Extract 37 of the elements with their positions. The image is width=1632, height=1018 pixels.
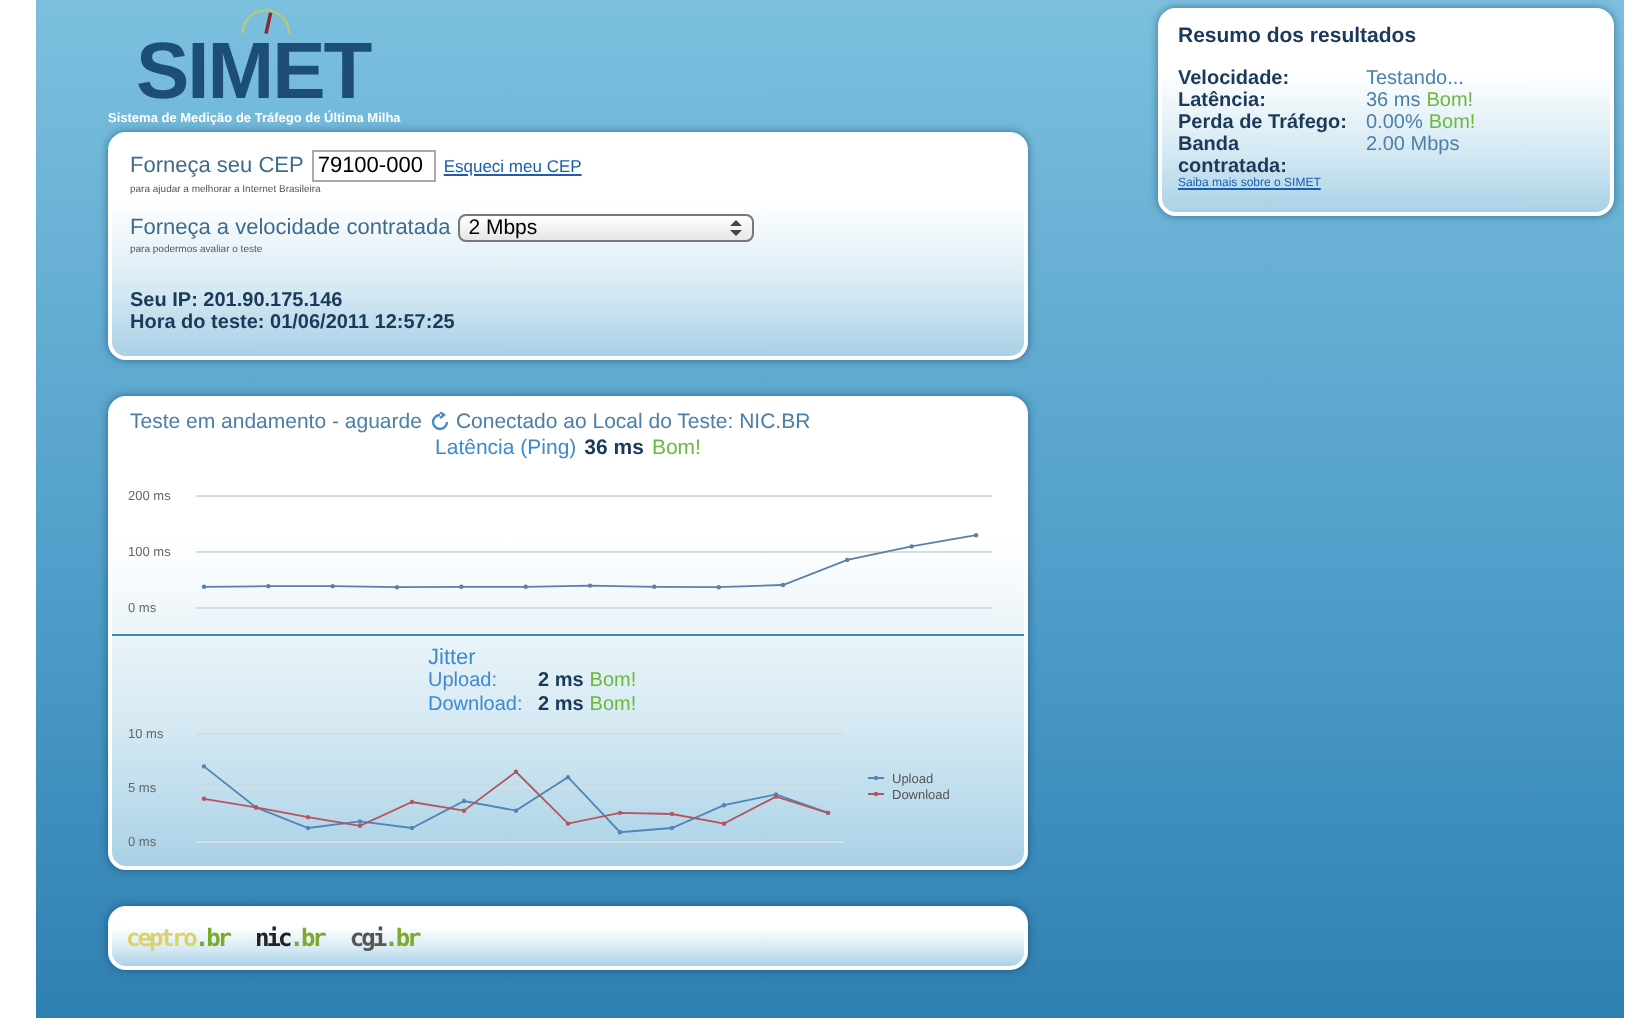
speed-select[interactable]: 2 Mbps	[458, 214, 755, 242]
result-label: Latência:	[1178, 90, 1268, 112]
status-text: Teste em andamento - aguarde	[130, 410, 422, 434]
logo-text: SIMET	[136, 36, 371, 108]
jitter-label: Upload:	[428, 670, 499, 694]
result-rating: Bom!	[1428, 112, 1476, 134]
legend-swatch	[867, 791, 885, 797]
cep-field[interactable]: 79100-000	[311, 150, 436, 182]
logo-text[interactable]: nic.br	[255, 924, 324, 952]
jitter-value: 2 ms	[538, 670, 584, 694]
result-rating: Bom!	[1426, 90, 1474, 112]
result-value: 2.00 Mbps	[1366, 134, 1460, 160]
cep-label: Forneça seu CEP	[130, 154, 304, 178]
jitter-value: 2 ms	[538, 694, 584, 718]
stepper-icon	[728, 218, 745, 238]
jitter-title: Jitter	[428, 646, 478, 670]
latency-value: 36 ms	[584, 436, 644, 460]
jitter-label: Download:	[428, 694, 525, 718]
result-label: Banda contratada:	[1178, 134, 1287, 178]
summary-title: Resumo dos resultados	[1178, 24, 1419, 48]
legend-swatch	[867, 775, 885, 781]
latency-rating: Bom!	[651, 436, 701, 460]
speed-label: Forneça a velocidade contratada	[130, 216, 451, 240]
result-value: 0.00%	[1366, 112, 1423, 134]
jitter-rating: Bom!	[589, 694, 637, 718]
latency-label: Latência (Ping)	[435, 436, 577, 460]
refresh-icon	[429, 412, 450, 432]
jitter-rating: Bom!	[589, 670, 637, 694]
ip-text: Seu IP: 201.90.175.146	[130, 290, 345, 312]
result-value: 36 ms	[1366, 90, 1421, 112]
forgot-cep-link[interactable]: Esqueci meu CEP	[443, 156, 582, 176]
connection-text: Conectado ao Local do Teste: NIC.BR	[455, 410, 811, 434]
result-label: Velocidade:	[1178, 68, 1292, 90]
result-value: Testando...	[1366, 68, 1464, 90]
test-time-text: Hora do teste: 01/06/2011 12:57:25	[130, 312, 457, 334]
result-label: Perda de Tráfego:	[1178, 112, 1349, 134]
logo-text[interactable]: cgi.br	[349, 924, 419, 952]
